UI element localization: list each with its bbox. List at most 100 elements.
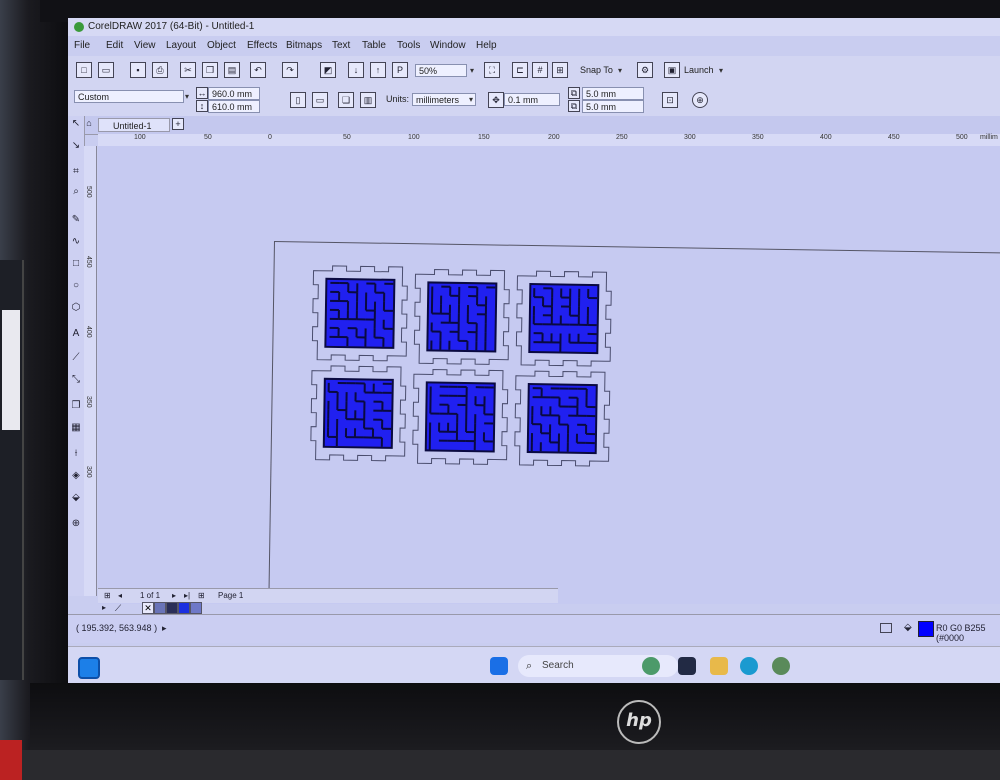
palette-menu-icon[interactable]: ▸: [98, 602, 110, 614]
first-page-icon[interactable]: ⊞: [104, 591, 111, 600]
new-tab-icon[interactable]: +: [172, 118, 184, 130]
task-view-icon[interactable]: [678, 657, 696, 675]
menu-bitmaps[interactable]: Bitmaps: [286, 40, 322, 51]
menu-object[interactable]: Object: [207, 40, 236, 51]
home-icon[interactable]: ⌂: [84, 118, 94, 128]
zoom-tool-icon[interactable]: ⌕: [70, 186, 82, 198]
duplicate-y-field[interactable]: 5.0 mm: [582, 100, 644, 113]
no-color-swatch[interactable]: ✕: [142, 602, 154, 614]
widgets-icon[interactable]: [78, 657, 100, 679]
color-swatch[interactable]: [154, 602, 166, 614]
export-icon[interactable]: ↑: [370, 62, 386, 78]
print-icon[interactable]: ⎙: [152, 62, 168, 78]
text-tool-icon[interactable]: A: [70, 328, 82, 340]
start-icon[interactable]: [490, 657, 508, 675]
options-gear-icon[interactable]: ⚙: [637, 62, 653, 78]
document-page[interactable]: [268, 241, 1000, 604]
add-page-icon[interactable]: ⊕: [692, 92, 708, 108]
tab-untitled-1[interactable]: Untitled-1: [98, 118, 170, 132]
launch-dropdown-icon[interactable]: ▾: [716, 64, 726, 77]
eyedropper-tool-icon[interactable]: ⟊: [70, 448, 82, 460]
snap-to-button[interactable]: Snap To: [580, 64, 613, 77]
edge-browser-icon[interactable]: [740, 657, 758, 675]
crop-tool-icon[interactable]: ⌗: [70, 166, 82, 178]
add-tool-icon[interactable]: ⊕: [70, 518, 82, 530]
new-document-icon[interactable]: □: [76, 62, 92, 78]
units-dropdown-icon[interactable]: ▾: [466, 93, 476, 106]
menu-table[interactable]: Table: [362, 40, 386, 51]
smart-fill-icon[interactable]: ⬙: [70, 492, 82, 504]
prev-page-icon[interactable]: ◂: [118, 591, 122, 600]
menu-window[interactable]: Window: [430, 40, 466, 51]
drop-shadow-icon[interactable]: ❐: [70, 400, 82, 412]
import-icon[interactable]: ↓: [348, 62, 364, 78]
fill-bucket-icon[interactable]: ⬙: [904, 622, 912, 633]
page-height-field[interactable]: 610.0 mm: [208, 100, 260, 113]
maze-tile[interactable]: [413, 268, 510, 365]
menu-edit[interactable]: Edit: [106, 40, 123, 51]
interactive-fill-icon[interactable]: ◈: [70, 470, 82, 482]
menu-view[interactable]: View: [134, 40, 156, 51]
rectangle-tool-icon[interactable]: □: [70, 258, 82, 270]
transparency-tool-icon[interactable]: ▦: [70, 422, 82, 434]
page-size-preset[interactable]: Custom: [74, 90, 184, 103]
portrait-icon[interactable]: ▯: [290, 92, 306, 108]
page-1-tab[interactable]: Page 1: [218, 591, 243, 600]
connector-tool-icon[interactable]: ⤡: [70, 374, 82, 386]
landscape-icon[interactable]: ▭: [312, 92, 328, 108]
maze-tile[interactable]: [515, 270, 612, 367]
launch-icon[interactable]: ▣: [664, 62, 680, 78]
open-icon[interactable]: ▭: [98, 62, 114, 78]
pick-tool-icon[interactable]: ↖: [70, 118, 82, 130]
maze-tile[interactable]: [513, 370, 610, 467]
current-page-icon[interactable]: ▥: [360, 92, 376, 108]
status-expand-icon[interactable]: ▸: [162, 623, 167, 634]
maze-tile[interactable]: [311, 265, 408, 362]
parallel-dimension-icon[interactable]: ⟋: [70, 352, 82, 364]
page-width-field[interactable]: 960.0 mm: [208, 87, 260, 100]
snap-dropdown-icon[interactable]: ▾: [615, 64, 625, 77]
duplicate-x-field[interactable]: 5.0 mm: [582, 87, 644, 100]
ellipse-tool-icon[interactable]: ○: [70, 280, 82, 292]
menu-text[interactable]: Text: [332, 40, 350, 51]
outline-icon[interactable]: [880, 623, 892, 633]
edit-bleed-icon[interactable]: ⊡: [662, 92, 678, 108]
last-page-icon[interactable]: ▸|: [184, 591, 190, 600]
nudge-distance-field[interactable]: 0.1 mm: [504, 93, 560, 106]
undo-icon[interactable]: ↶: [250, 62, 266, 78]
save-icon[interactable]: ▪: [130, 62, 146, 78]
file-explorer-icon[interactable]: [710, 657, 728, 675]
coreldraw-taskbar-icon[interactable]: [772, 657, 790, 675]
redo-icon[interactable]: ↷: [282, 62, 298, 78]
menu-help[interactable]: Help: [476, 40, 497, 51]
preset-dropdown-icon[interactable]: ▾: [182, 90, 192, 103]
polygon-tool-icon[interactable]: ⬡: [70, 302, 82, 314]
search-content-icon[interactable]: ◩: [320, 62, 336, 78]
maze-tile[interactable]: [412, 368, 509, 465]
maze-tile[interactable]: [310, 365, 407, 462]
pdf-icon[interactable]: P: [392, 62, 408, 78]
drawing-canvas[interactable]: [98, 146, 1000, 604]
shape-tool-icon[interactable]: ↘: [70, 140, 82, 152]
show-rulers-icon[interactable]: ⊏: [512, 62, 528, 78]
show-grid-icon[interactable]: #: [532, 62, 548, 78]
menu-file[interactable]: File: [74, 40, 90, 51]
menu-effects[interactable]: Effects: [247, 40, 277, 51]
show-guidelines-icon[interactable]: ⊞: [552, 62, 568, 78]
full-screen-icon[interactable]: ⛶: [484, 62, 500, 78]
next-page-icon[interactable]: ▸: [172, 591, 176, 600]
paste-icon[interactable]: ▤: [224, 62, 240, 78]
launch-button[interactable]: Launch: [684, 64, 714, 77]
menu-tools[interactable]: Tools: [397, 40, 420, 51]
artistic-media-icon[interactable]: ∿: [70, 236, 82, 248]
weather-icon[interactable]: [642, 657, 660, 675]
zoom-level-field[interactable]: 50%: [415, 64, 467, 77]
menu-layout[interactable]: Layout: [166, 40, 196, 51]
zoom-dropdown-icon[interactable]: ▾: [467, 64, 477, 77]
copy-icon[interactable]: ❐: [202, 62, 218, 78]
color-swatch[interactable]: [178, 602, 190, 614]
freehand-tool-icon[interactable]: ✎: [70, 214, 82, 226]
fill-color-swatch[interactable]: [918, 621, 934, 637]
eyedropper-icon[interactable]: ⟋: [112, 602, 124, 614]
cut-icon[interactable]: ✂: [180, 62, 196, 78]
